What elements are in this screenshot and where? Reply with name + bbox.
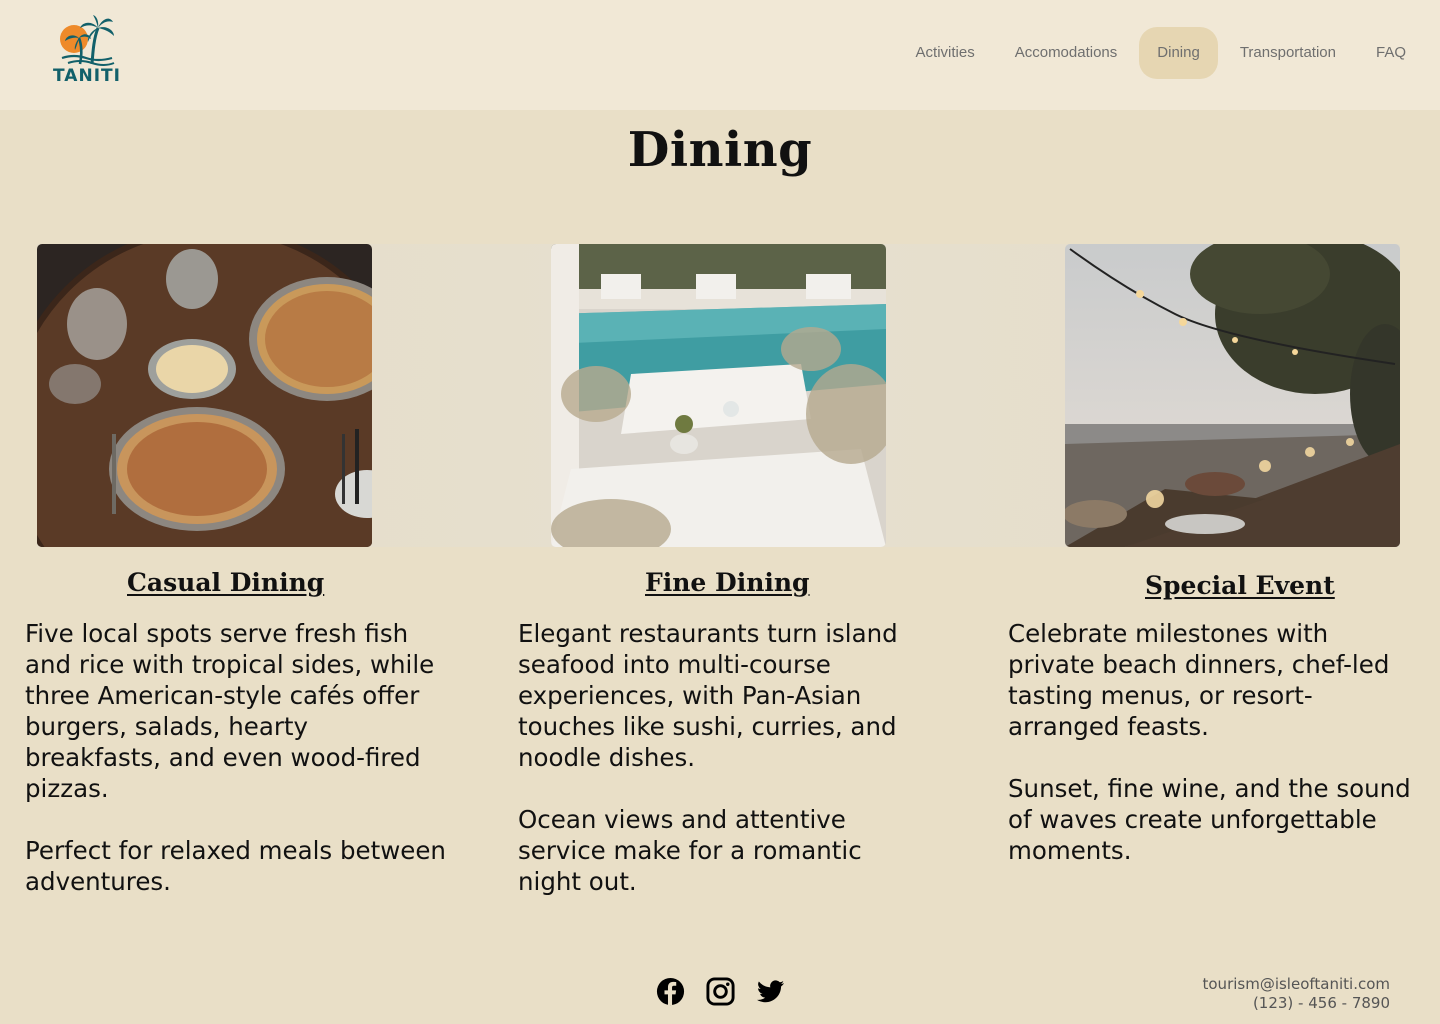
special-event-title[interactable]: Special Event [1145, 571, 1335, 600]
page-title: Dining [627, 122, 813, 178]
facebook-icon[interactable] [655, 976, 686, 1007]
site-header: TANITI Activities Accomodations Dining T… [0, 0, 1440, 110]
instagram-icon[interactable] [705, 976, 736, 1007]
taniti-logo[interactable]: TANITI [52, 14, 122, 90]
brand-name: TANITI [53, 66, 121, 86]
casual-dining-title[interactable]: Casual Dining [127, 568, 324, 597]
poolside-restaurant-photo [551, 244, 886, 547]
nav-item-transportation[interactable]: Transportation [1220, 27, 1356, 79]
pizza-table-photo [37, 244, 372, 547]
nav-item-dining[interactable]: Dining [1139, 27, 1218, 79]
beach-dinner-photo [1065, 244, 1400, 547]
main-nav: Activities Accomodations Dining Transpor… [896, 27, 1426, 79]
fine-dining-paragraph-1: Elegant restaurants turn island seafood … [518, 619, 898, 772]
special-event-description: Celebrate milestones with private beach … [1008, 618, 1418, 866]
twitter-icon[interactable] [755, 976, 786, 1007]
palm-tree-sunset-logo [60, 15, 115, 66]
nav-item-activities[interactable]: Activities [896, 27, 995, 79]
casual-dining-paragraph-2: Perfect for relaxed meals between advent… [25, 836, 446, 896]
fine-dining-paragraph-2: Ocean views and attentive service make f… [518, 805, 862, 896]
special-event-paragraph-2: Sunset, fine wine, and the sound of wave… [1008, 774, 1411, 865]
contact-phone[interactable]: (123) - 456 - 7890 [1203, 994, 1390, 1013]
contact-info: tourism@isleoftaniti.com (123) - 456 - 7… [1203, 975, 1391, 1013]
contact-email[interactable]: tourism@isleoftaniti.com [1203, 975, 1391, 994]
nav-item-accomodations[interactable]: Accomodations [995, 27, 1138, 79]
casual-dining-paragraph-1: Five local spots serve fresh fish and ri… [25, 619, 435, 803]
fine-dining-title[interactable]: Fine Dining [645, 568, 810, 597]
social-links [655, 976, 786, 1007]
special-event-paragraph-1: Celebrate milestones with private beach … [1008, 619, 1390, 741]
casual-dining-description: Five local spots serve fresh fish and ri… [25, 618, 450, 897]
nav-item-faq[interactable]: FAQ [1356, 27, 1426, 79]
fine-dining-description: Elegant restaurants turn island seafood … [518, 618, 928, 897]
